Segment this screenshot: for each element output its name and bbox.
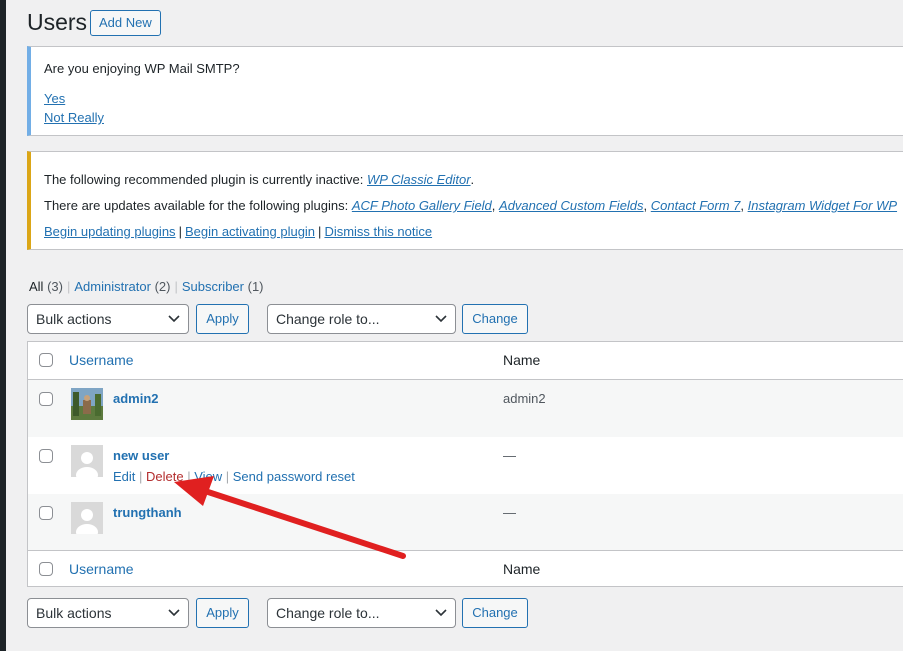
bulk-actions-value: Bulk actions [36,605,112,621]
plugin-label: Contact Form 7 [650,198,741,213]
name-cell: — [503,505,516,520]
plugins-notice: The following recommended plugin is curr… [27,151,903,250]
smtp-question: Are you enjoying WP Mail SMTP? [44,61,240,76]
change-role-value: Change role to... [276,605,380,621]
smtp-feedback-notice: Are you enjoying WP Mail SMTP? Yes Not R… [27,46,903,136]
select-all-checkbox-footer[interactable] [39,562,53,576]
send-password-reset-link[interactable]: Send password reset [233,469,355,484]
inactive-plugin-line: The following recommended plugin is curr… [44,172,474,187]
avatar-placeholder [71,445,103,477]
change-role-select-top[interactable]: Change role to... [267,304,456,334]
notice-actions: Begin updating plugins | Begin activating … [44,224,432,239]
bulk-actions-value: Bulk actions [36,311,112,327]
wp-classic-editor-label: WP Classic Editor [367,172,471,187]
admin-sidebar-edge [0,0,6,651]
row-actions: Edit | Delete | View | Send password res… [113,469,355,484]
filter-label: Administrator [74,279,151,294]
dismiss-notice-link[interactable]: Dismiss this notice [324,224,432,239]
name-cell: — [503,448,516,463]
add-new-user-button[interactable]: Add New [90,10,161,36]
updates-text: There are updates available for the foll… [44,198,352,213]
row-checkbox[interactable] [39,392,53,406]
period: . [470,172,475,187]
sort-username-link[interactable]: Username [69,352,134,368]
view-user-link[interactable]: View [194,469,222,484]
default-avatar-icon [71,502,103,534]
name-cell: admin2 [503,391,546,406]
apply-button-bottom[interactable]: Apply [196,598,249,628]
wp-classic-editor-link[interactable]: WP Classic Editor [367,172,471,187]
filter-count: (3) [47,279,63,294]
change-role-select-bottom[interactable]: Change role to... [267,598,456,628]
bulk-actions-select-bottom[interactable]: Bulk actions [27,598,189,628]
begin-activating-plugin-link[interactable]: Begin activating plugin [185,224,315,239]
updates-line: There are updates available for the foll… [44,198,897,213]
filter-count: (1) [247,279,264,294]
smtp-not-really-link[interactable]: Not Really [44,110,104,125]
filter-label: Subscriber [181,279,244,294]
table-row: trungthanh — [28,494,903,551]
filter-label: All [29,279,44,294]
username-link[interactable]: new user [113,448,169,463]
page-title: Users [27,9,88,35]
chevron-down-icon [435,609,447,617]
plugin-label: ACF Photo Gallery Field [351,198,492,213]
separator: | [66,279,71,294]
name-column-footer: Name [503,561,541,577]
delete-user-link[interactable]: Delete [146,469,184,484]
table-footer: Username Name [28,550,903,588]
users-table: Username Name admin2 admin2 new user — E… [27,341,903,587]
separator: | [174,279,178,294]
avatar-placeholder [71,502,103,534]
smtp-yes-link[interactable]: Yes [44,91,65,106]
apply-button-top[interactable]: Apply [196,304,249,334]
chevron-down-icon [168,609,180,617]
row-checkbox[interactable] [39,449,53,463]
comma: , [740,198,748,213]
name-column-header: Name [503,352,541,368]
row-checkbox[interactable] [39,506,53,520]
begin-updating-plugins-link[interactable]: Begin updating plugins [44,224,176,239]
table-row: admin2 admin2 [28,380,903,437]
role-filter-links: All (3) | Administrator (2) | Subscriber (1) [29,279,264,294]
inactive-plugin-text: The following recommended plugin is curr… [44,172,367,187]
comma: , [643,198,651,213]
plugin-label: Instagram Widget For WP [747,198,898,213]
acf-photo-gallery-link[interactable]: ACF Photo Gallery Field [352,198,492,213]
filter-administrator[interactable]: Administrator (2) [74,279,170,294]
user-photo-icon [71,388,103,420]
bulk-actions-select-top[interactable]: Bulk actions [27,304,189,334]
edit-user-link[interactable]: Edit [113,469,135,484]
table-row: new user — Edit | Delete | View | Send p… [28,437,903,494]
change-role-value: Change role to... [276,311,380,327]
table-header: Username Name [28,342,903,380]
chevron-down-icon [168,315,180,323]
username-link[interactable]: trungthanh [113,505,182,520]
sort-username-link-footer[interactable]: Username [69,561,134,577]
separator: | [318,224,322,239]
change-role-button-bottom[interactable]: Change [462,598,528,628]
chevron-down-icon [435,315,447,323]
filter-count: (2) [154,279,171,294]
filter-subscriber[interactable]: Subscriber (1) [182,279,264,294]
advanced-custom-fields-link[interactable]: Advanced Custom Fields [499,198,644,213]
filter-all[interactable]: All (3) [29,279,63,294]
separator: | [178,224,182,239]
change-role-button-top[interactable]: Change [462,304,528,334]
select-all-checkbox[interactable] [39,353,53,367]
plugin-label: Advanced Custom Fields [499,198,644,213]
contact-form-7-link[interactable]: Contact Form 7 [651,198,741,213]
instagram-widget-link[interactable]: Instagram Widget For WP [748,198,897,213]
avatar-photo [71,388,103,420]
comma: , [491,198,500,213]
username-link[interactable]: admin2 [113,391,159,406]
default-avatar-icon [71,445,103,477]
